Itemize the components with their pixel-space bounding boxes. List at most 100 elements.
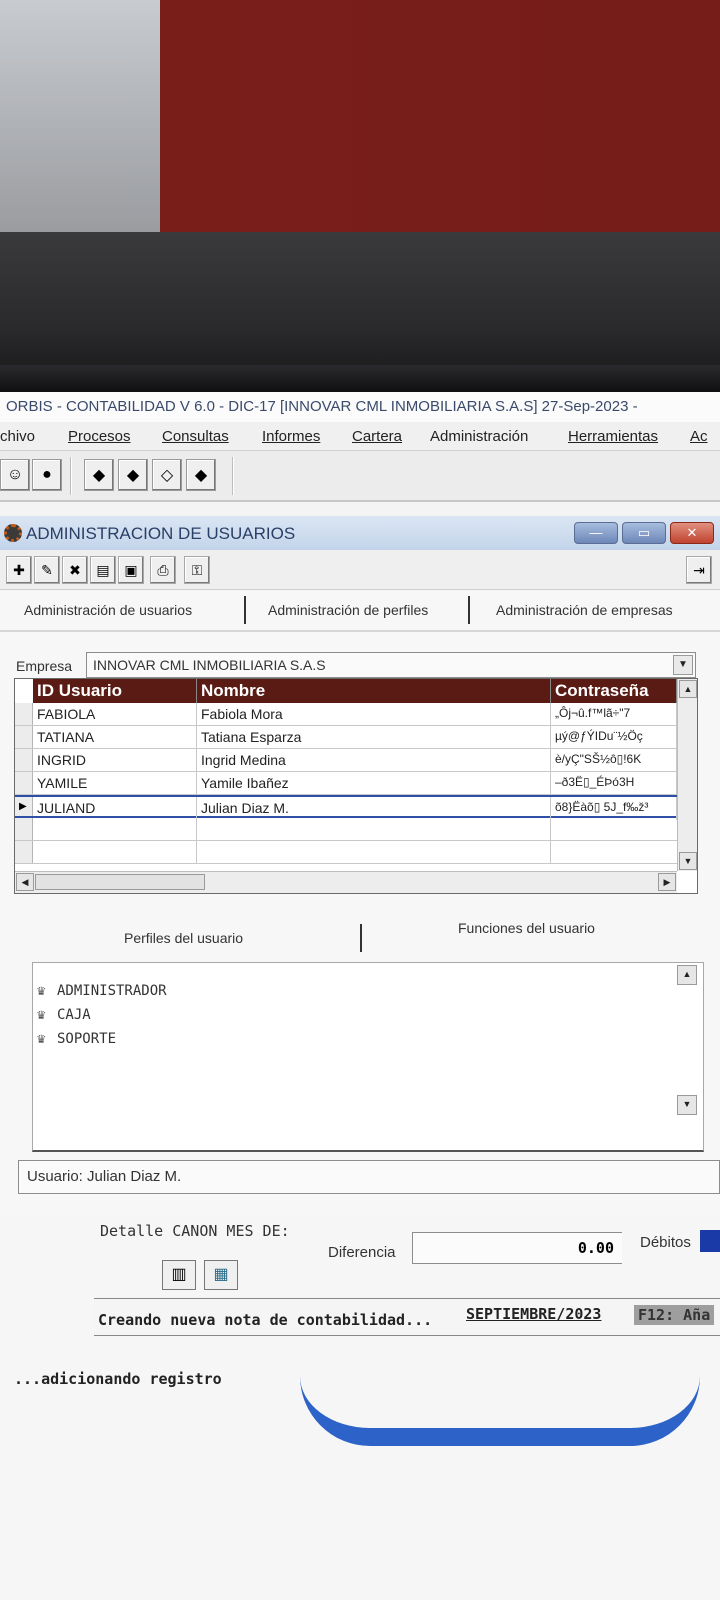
tool-cube-purple-icon[interactable]: ◆ — [186, 459, 216, 491]
row-selector[interactable]: ▶ — [15, 797, 33, 816]
row-selector[interactable] — [15, 841, 33, 863]
menu-archivo[interactable]: chivo — [0, 428, 35, 445]
scroll-down-icon[interactable]: ▼ — [679, 852, 697, 870]
table-row[interactable]: YAMILE Yamile Ibañez –ð3Ë▯_ÉÞó3H — [15, 772, 677, 795]
close-button[interactable]: ✕ — [670, 522, 714, 544]
profile-name: ADMINISTRADOR — [57, 983, 167, 999]
user-admin-title: ADMINISTRACION DE USUARIOS — [26, 524, 296, 543]
table-row[interactable]: FABIOLA Fabiola Mora „Ôj¬û.f™lã÷"7 — [15, 703, 677, 726]
list-item[interactable]: ♛ CAJA — [37, 1007, 91, 1023]
tab-divider — [360, 924, 362, 952]
grid-horizontal-scrollbar[interactable]: ◀ ▶ — [15, 871, 677, 893]
save-icon[interactable]: ▣ — [118, 556, 144, 584]
menu-procesos[interactable]: Procesos — [68, 428, 131, 445]
delete-user-icon[interactable]: ✖ — [62, 556, 88, 584]
menu-administracion[interactable]: Administración — [430, 428, 528, 445]
row-selector[interactable] — [15, 749, 33, 771]
cell-nombre: Julian Diaz M. — [197, 797, 551, 820]
menu-informes[interactable]: Informes — [262, 428, 320, 445]
grid-view-icon[interactable]: ▥ — [162, 1260, 196, 1290]
empresa-select[interactable]: INNOVAR CML INMOBILIARIA S.A.S ▼ — [86, 652, 696, 678]
table-row-empty[interactable] — [15, 841, 677, 864]
tab-funciones-usuario[interactable]: Funciones del usuario — [458, 920, 595, 936]
profile-name: SOPORTE — [57, 1031, 117, 1047]
tool-bulb-icon[interactable]: ● — [32, 459, 62, 491]
scroll-left-icon[interactable]: ◀ — [16, 873, 34, 891]
cell-nombre: Tatiana Esparza — [197, 726, 551, 749]
background-accounting-window: Detalle CANON MES DE: Diferencia 0.00 Dé… — [0, 1216, 720, 1600]
menu-consultas[interactable]: Consultas — [162, 428, 229, 445]
menu-ac[interactable]: Ac — [690, 428, 708, 445]
background-wall-grey — [0, 0, 160, 232]
exit-door-icon[interactable]: ⇥ — [686, 556, 712, 584]
user-group-icon: ♛ — [37, 1007, 46, 1023]
app-title-bar: ORBIS - CONTABILIDAD V 6.0 - DIC-17 [INN… — [0, 392, 720, 422]
cell-password: è/yÇ"SŠ½ô▯!6K — [551, 749, 677, 772]
tab-perfiles-usuario[interactable]: Perfiles del usuario — [124, 930, 243, 946]
edit-user-icon[interactable]: ✎ — [34, 556, 60, 584]
cell-password: „Ôj¬û.f™lã÷"7 — [551, 703, 677, 726]
tab-usuarios[interactable]: Administración de usuarios — [24, 602, 192, 618]
chevron-down-icon[interactable]: ▼ — [673, 655, 693, 675]
cell-nombre: Ingrid Medina — [197, 749, 551, 772]
user-admin-window: ADMINISTRACION DE USUARIOS — ▭ ✕ ✚ ✎ ✖ ▤… — [0, 516, 720, 1216]
menu-cartera[interactable]: Cartera — [352, 428, 402, 445]
permissions-icon[interactable]: ⚿ — [184, 556, 210, 584]
scroll-right-icon[interactable]: ▶ — [658, 873, 676, 891]
cell-empty — [197, 841, 551, 864]
cell-password: õ8}Ëàõ▯ 5J_f‰ž³ — [551, 797, 677, 820]
tab-empresas[interactable]: Administración de empresas — [496, 602, 673, 618]
column-header-id[interactable]: ID Usuario — [33, 679, 197, 703]
cell-nombre: Yamile Ibañez — [197, 772, 551, 795]
tool-cube-blue-icon[interactable]: ◆ — [84, 459, 114, 491]
minimize-button[interactable]: — — [574, 522, 618, 544]
add-user-icon[interactable]: ✚ — [6, 556, 32, 584]
cell-id: TATIANA — [33, 726, 197, 749]
scroll-up-icon[interactable]: ▲ — [677, 965, 697, 985]
footer-status: ...adicionando registro — [14, 1370, 222, 1388]
row-selector[interactable] — [15, 703, 33, 725]
tool-users-icon[interactable]: ☺ — [0, 459, 30, 491]
user-detail-tabs: Perfiles del usuario Funciones del usuar… — [0, 918, 720, 958]
profiles-list: ♛ ADMINISTRADOR ♛ CAJA ♛ SOPORTE ▲ ▼ — [32, 962, 704, 1152]
table-row-selected[interactable]: ▶ JULIAND Julian Diaz M. õ8}Ëàõ▯ 5J_f‰ž³ — [15, 795, 677, 820]
cell-empty — [197, 818, 551, 841]
grid-vertical-scrollbar[interactable]: ▲ ▼ — [677, 679, 697, 871]
admin-tabs: Administración de usuarios Administració… — [0, 590, 720, 632]
tool-cube-red-icon[interactable]: ◆ — [118, 459, 148, 491]
photo-scene: ORBIS - CONTABILIDAD V 6.0 - DIC-17 [INN… — [0, 0, 720, 1600]
tab-divider — [468, 596, 470, 624]
column-header-nombre[interactable]: Nombre — [197, 679, 551, 703]
table-view-icon[interactable]: ▦ — [204, 1260, 238, 1290]
tool-cube-grey-icon[interactable]: ◇ — [152, 459, 182, 491]
row-selector[interactable] — [15, 818, 33, 840]
column-header-contrasena[interactable]: Contraseña — [551, 679, 677, 703]
list-item[interactable]: ♛ SOPORTE — [37, 1031, 116, 1047]
scroll-down-icon[interactable]: ▼ — [677, 1095, 697, 1115]
cell-id: FABIOLA — [33, 703, 197, 726]
row-selector[interactable] — [15, 726, 33, 748]
maximize-button[interactable]: ▭ — [622, 522, 666, 544]
diferencia-label: Diferencia — [328, 1244, 396, 1261]
cell-empty — [33, 818, 197, 841]
selected-user-text: Usuario: Julian Diaz M. — [27, 1168, 182, 1185]
gear-icon — [4, 524, 22, 542]
tab-perfiles[interactable]: Administración de perfiles — [268, 602, 428, 618]
table-row-empty[interactable] — [15, 818, 677, 841]
list-item[interactable]: ♛ ADMINISTRADOR — [37, 983, 167, 999]
user-admin-title-bar: ADMINISTRACION DE USUARIOS — ▭ ✕ — [0, 516, 720, 550]
menu-herramientas[interactable]: Herramientas — [568, 428, 658, 445]
table-row[interactable]: TATIANA Tatiana Esparza µý@ƒÝIDu¨½Öç — [15, 726, 677, 749]
diferencia-field[interactable]: 0.00 — [412, 1232, 622, 1264]
empresa-value: INNOVAR CML INMOBILIARIA S.A.S — [93, 657, 326, 673]
print-icon[interactable]: ⎙ — [150, 556, 176, 584]
row-selector[interactable] — [15, 772, 33, 794]
report-icon[interactable]: ▤ — [90, 556, 116, 584]
user-admin-toolbar: ✚ ✎ ✖ ▤ ▣ ⎙ ⚿ ⇥ — [0, 550, 720, 590]
monitor-screen: ORBIS - CONTABILIDAD V 6.0 - DIC-17 [INN… — [0, 392, 720, 1600]
scroll-up-icon[interactable]: ▲ — [679, 680, 697, 698]
scroll-thumb[interactable] — [35, 874, 205, 890]
empresa-label: Empresa — [16, 658, 73, 674]
user-group-icon: ♛ — [37, 983, 46, 999]
table-row[interactable]: INGRID Ingrid Medina è/yÇ"SŠ½ô▯!6K — [15, 749, 677, 772]
